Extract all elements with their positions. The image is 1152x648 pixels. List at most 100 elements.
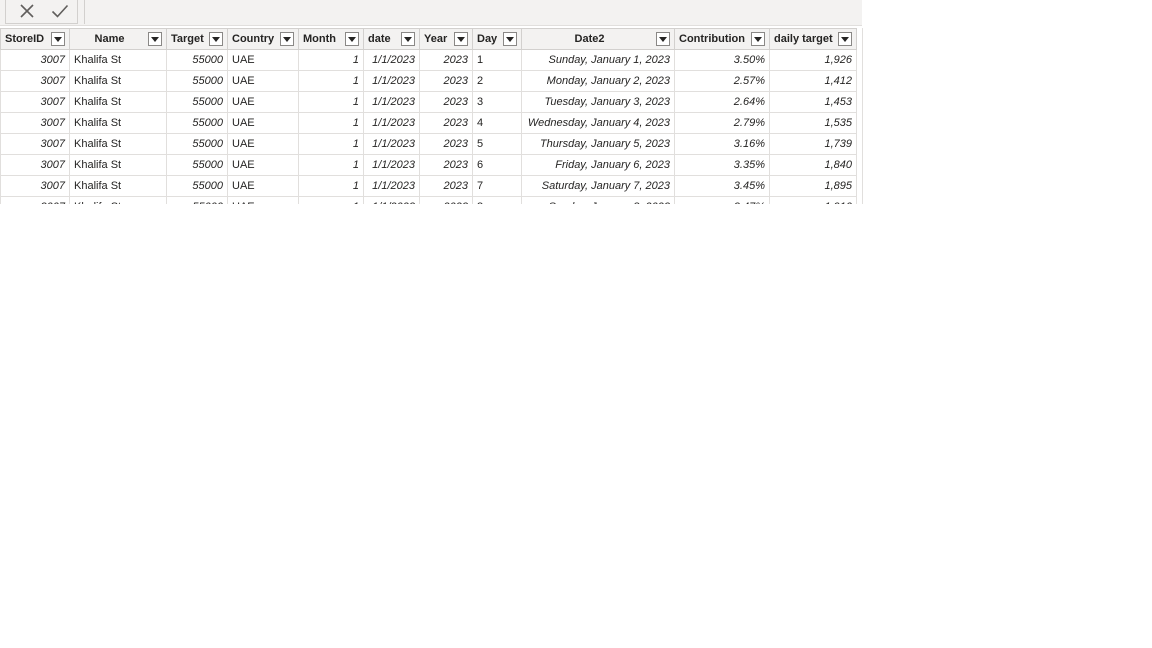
cell-date[interactable]: 1/1/2023 <box>363 175 420 197</box>
cell-date2[interactable]: Sunday, January 8, 2023 <box>521 196 675 204</box>
column-header-storeid[interactable]: StoreID <box>0 28 70 50</box>
filter-dropdown-icon[interactable] <box>751 32 765 46</box>
cell-date[interactable]: 1/1/2023 <box>363 133 420 155</box>
cell-storeid[interactable]: 3007 <box>0 175 70 197</box>
cell-storeid[interactable]: 3007 <box>0 91 70 113</box>
table-row[interactable]: 3007 Khalifa St 55000 UAE 1 1/1/2023 2023 7 Satu… <box>0 175 857 197</box>
column-header-contribution[interactable]: Contribution <box>674 28 770 50</box>
table-row[interactable]: 3007 Khalifa St 55000 UAE 1 1/1/2023 2023 5 Thur… <box>0 133 857 155</box>
column-header-daily-target[interactable]: daily target <box>769 28 857 50</box>
cell-storeid[interactable]: 3007 <box>0 49 70 71</box>
cell-daily-target[interactable]: 1,535 <box>769 112 857 134</box>
cell-contribution[interactable]: 2.64% <box>674 91 770 113</box>
cell-storeid[interactable]: 3007 <box>0 70 70 92</box>
cell-daily-target[interactable]: 1,412 <box>769 70 857 92</box>
cell-year[interactable]: 2023 <box>419 175 473 197</box>
cell-country[interactable]: UAE <box>227 154 299 176</box>
close-icon[interactable] <box>15 0 39 22</box>
cell-date[interactable]: 1/1/2023 <box>363 91 420 113</box>
cell-contribution[interactable]: 3.47% <box>674 196 770 204</box>
cell-name[interactable]: Khalifa St <box>69 49 167 71</box>
filter-dropdown-icon[interactable] <box>280 32 294 46</box>
cell-target[interactable]: 55000 <box>166 175 228 197</box>
cell-month[interactable]: 1 <box>298 49 364 71</box>
cell-storeid[interactable]: 3007 <box>0 154 70 176</box>
cell-date2[interactable]: Thursday, January 5, 2023 <box>521 133 675 155</box>
cell-year[interactable]: 2023 <box>419 49 473 71</box>
cell-country[interactable]: UAE <box>227 196 299 204</box>
column-header-country[interactable]: Country <box>227 28 299 50</box>
cell-date[interactable]: 1/1/2023 <box>363 154 420 176</box>
cell-storeid[interactable]: 3007 <box>0 133 70 155</box>
filter-dropdown-icon[interactable] <box>454 32 468 46</box>
column-header-month[interactable]: Month <box>298 28 364 50</box>
column-header-date[interactable]: date <box>363 28 420 50</box>
filter-dropdown-icon[interactable] <box>401 32 415 46</box>
cell-country[interactable]: UAE <box>227 91 299 113</box>
cell-daily-target[interactable]: 1,739 <box>769 133 857 155</box>
cell-contribution[interactable]: 2.57% <box>674 70 770 92</box>
table-row[interactable]: 3007 Khalifa St 55000 UAE 1 1/1/2023 2023 3 Tues… <box>0 91 857 113</box>
table-row[interactable]: 3007 Khalifa St 55000 UAE 1 1/1/2023 2023 6 Frid… <box>0 154 857 176</box>
cell-date2[interactable]: Saturday, January 7, 2023 <box>521 175 675 197</box>
filter-dropdown-icon[interactable] <box>209 32 223 46</box>
cell-contribution[interactable]: 3.16% <box>674 133 770 155</box>
cell-name[interactable]: Khalifa St <box>69 70 167 92</box>
column-header-date2[interactable]: Date2 <box>521 28 675 50</box>
cell-day[interactable]: 2 <box>472 70 522 92</box>
cell-day[interactable]: 7 <box>472 175 522 197</box>
cell-target[interactable]: 55000 <box>166 154 228 176</box>
cell-storeid[interactable]: 3007 <box>0 112 70 134</box>
filter-dropdown-icon[interactable] <box>51 32 65 46</box>
cell-name[interactable]: Khalifa St <box>69 112 167 134</box>
cell-year[interactable]: 2023 <box>419 91 473 113</box>
cell-daily-target[interactable]: 1,910 <box>769 196 857 204</box>
cell-daily-target[interactable]: 1,840 <box>769 154 857 176</box>
cell-date[interactable]: 1/1/2023 <box>363 49 420 71</box>
check-icon[interactable] <box>48 0 72 22</box>
cell-target[interactable]: 55000 <box>166 133 228 155</box>
cell-day[interactable]: 3 <box>472 91 522 113</box>
filter-dropdown-icon[interactable] <box>503 32 517 46</box>
filter-dropdown-icon[interactable] <box>838 32 852 46</box>
cell-month[interactable]: 1 <box>298 91 364 113</box>
cell-name[interactable]: Khalifa St <box>69 133 167 155</box>
cell-date2[interactable]: Wednesday, January 4, 2023 <box>521 112 675 134</box>
cell-contribution[interactable]: 3.45% <box>674 175 770 197</box>
filter-dropdown-icon[interactable] <box>345 32 359 46</box>
cell-name[interactable]: Khalifa St <box>69 91 167 113</box>
cell-year[interactable]: 2023 <box>419 154 473 176</box>
cell-month[interactable]: 1 <box>298 196 364 204</box>
cell-day[interactable]: 8 <box>472 196 522 204</box>
cell-date[interactable]: 1/1/2023 <box>363 112 420 134</box>
cell-date2[interactable]: Tuesday, January 3, 2023 <box>521 91 675 113</box>
cell-name[interactable]: Khalifa St <box>69 154 167 176</box>
cell-year[interactable]: 2023 <box>419 70 473 92</box>
cell-date2[interactable]: Friday, January 6, 2023 <box>521 154 675 176</box>
filter-dropdown-icon[interactable] <box>656 32 670 46</box>
cell-date[interactable]: 1/1/2023 <box>363 70 420 92</box>
cell-date2[interactable]: Sunday, January 1, 2023 <box>521 49 675 71</box>
cell-date2[interactable]: Monday, January 2, 2023 <box>521 70 675 92</box>
cell-country[interactable]: UAE <box>227 49 299 71</box>
cell-country[interactable]: UAE <box>227 70 299 92</box>
cell-day[interactable]: 4 <box>472 112 522 134</box>
cell-month[interactable]: 1 <box>298 175 364 197</box>
cell-country[interactable]: UAE <box>227 133 299 155</box>
cell-target[interactable]: 55000 <box>166 49 228 71</box>
cell-date[interactable]: 1/1/2023 <box>363 196 420 204</box>
cell-contribution[interactable]: 3.35% <box>674 154 770 176</box>
cell-country[interactable]: UAE <box>227 112 299 134</box>
cell-contribution[interactable]: 3.50% <box>674 49 770 71</box>
table-row[interactable]: 3007 Khalifa St 55000 UAE 1 1/1/2023 2023 4 Wedn… <box>0 112 857 134</box>
column-header-name[interactable]: Name <box>69 28 167 50</box>
cell-country[interactable]: UAE <box>227 175 299 197</box>
cell-name[interactable]: Khalifa St <box>69 196 167 204</box>
cell-contribution[interactable]: 2.79% <box>674 112 770 134</box>
table-row[interactable]: 3007Khalifa St55000UAE11/1/202320238Sund… <box>0 196 857 204</box>
cell-month[interactable]: 1 <box>298 70 364 92</box>
cell-target[interactable]: 55000 <box>166 91 228 113</box>
cell-day[interactable]: 6 <box>472 154 522 176</box>
cell-day[interactable]: 5 <box>472 133 522 155</box>
table-row[interactable]: 3007 Khalifa St 55000 UAE 1 1/1/2023 2023 2 Mond… <box>0 70 857 92</box>
